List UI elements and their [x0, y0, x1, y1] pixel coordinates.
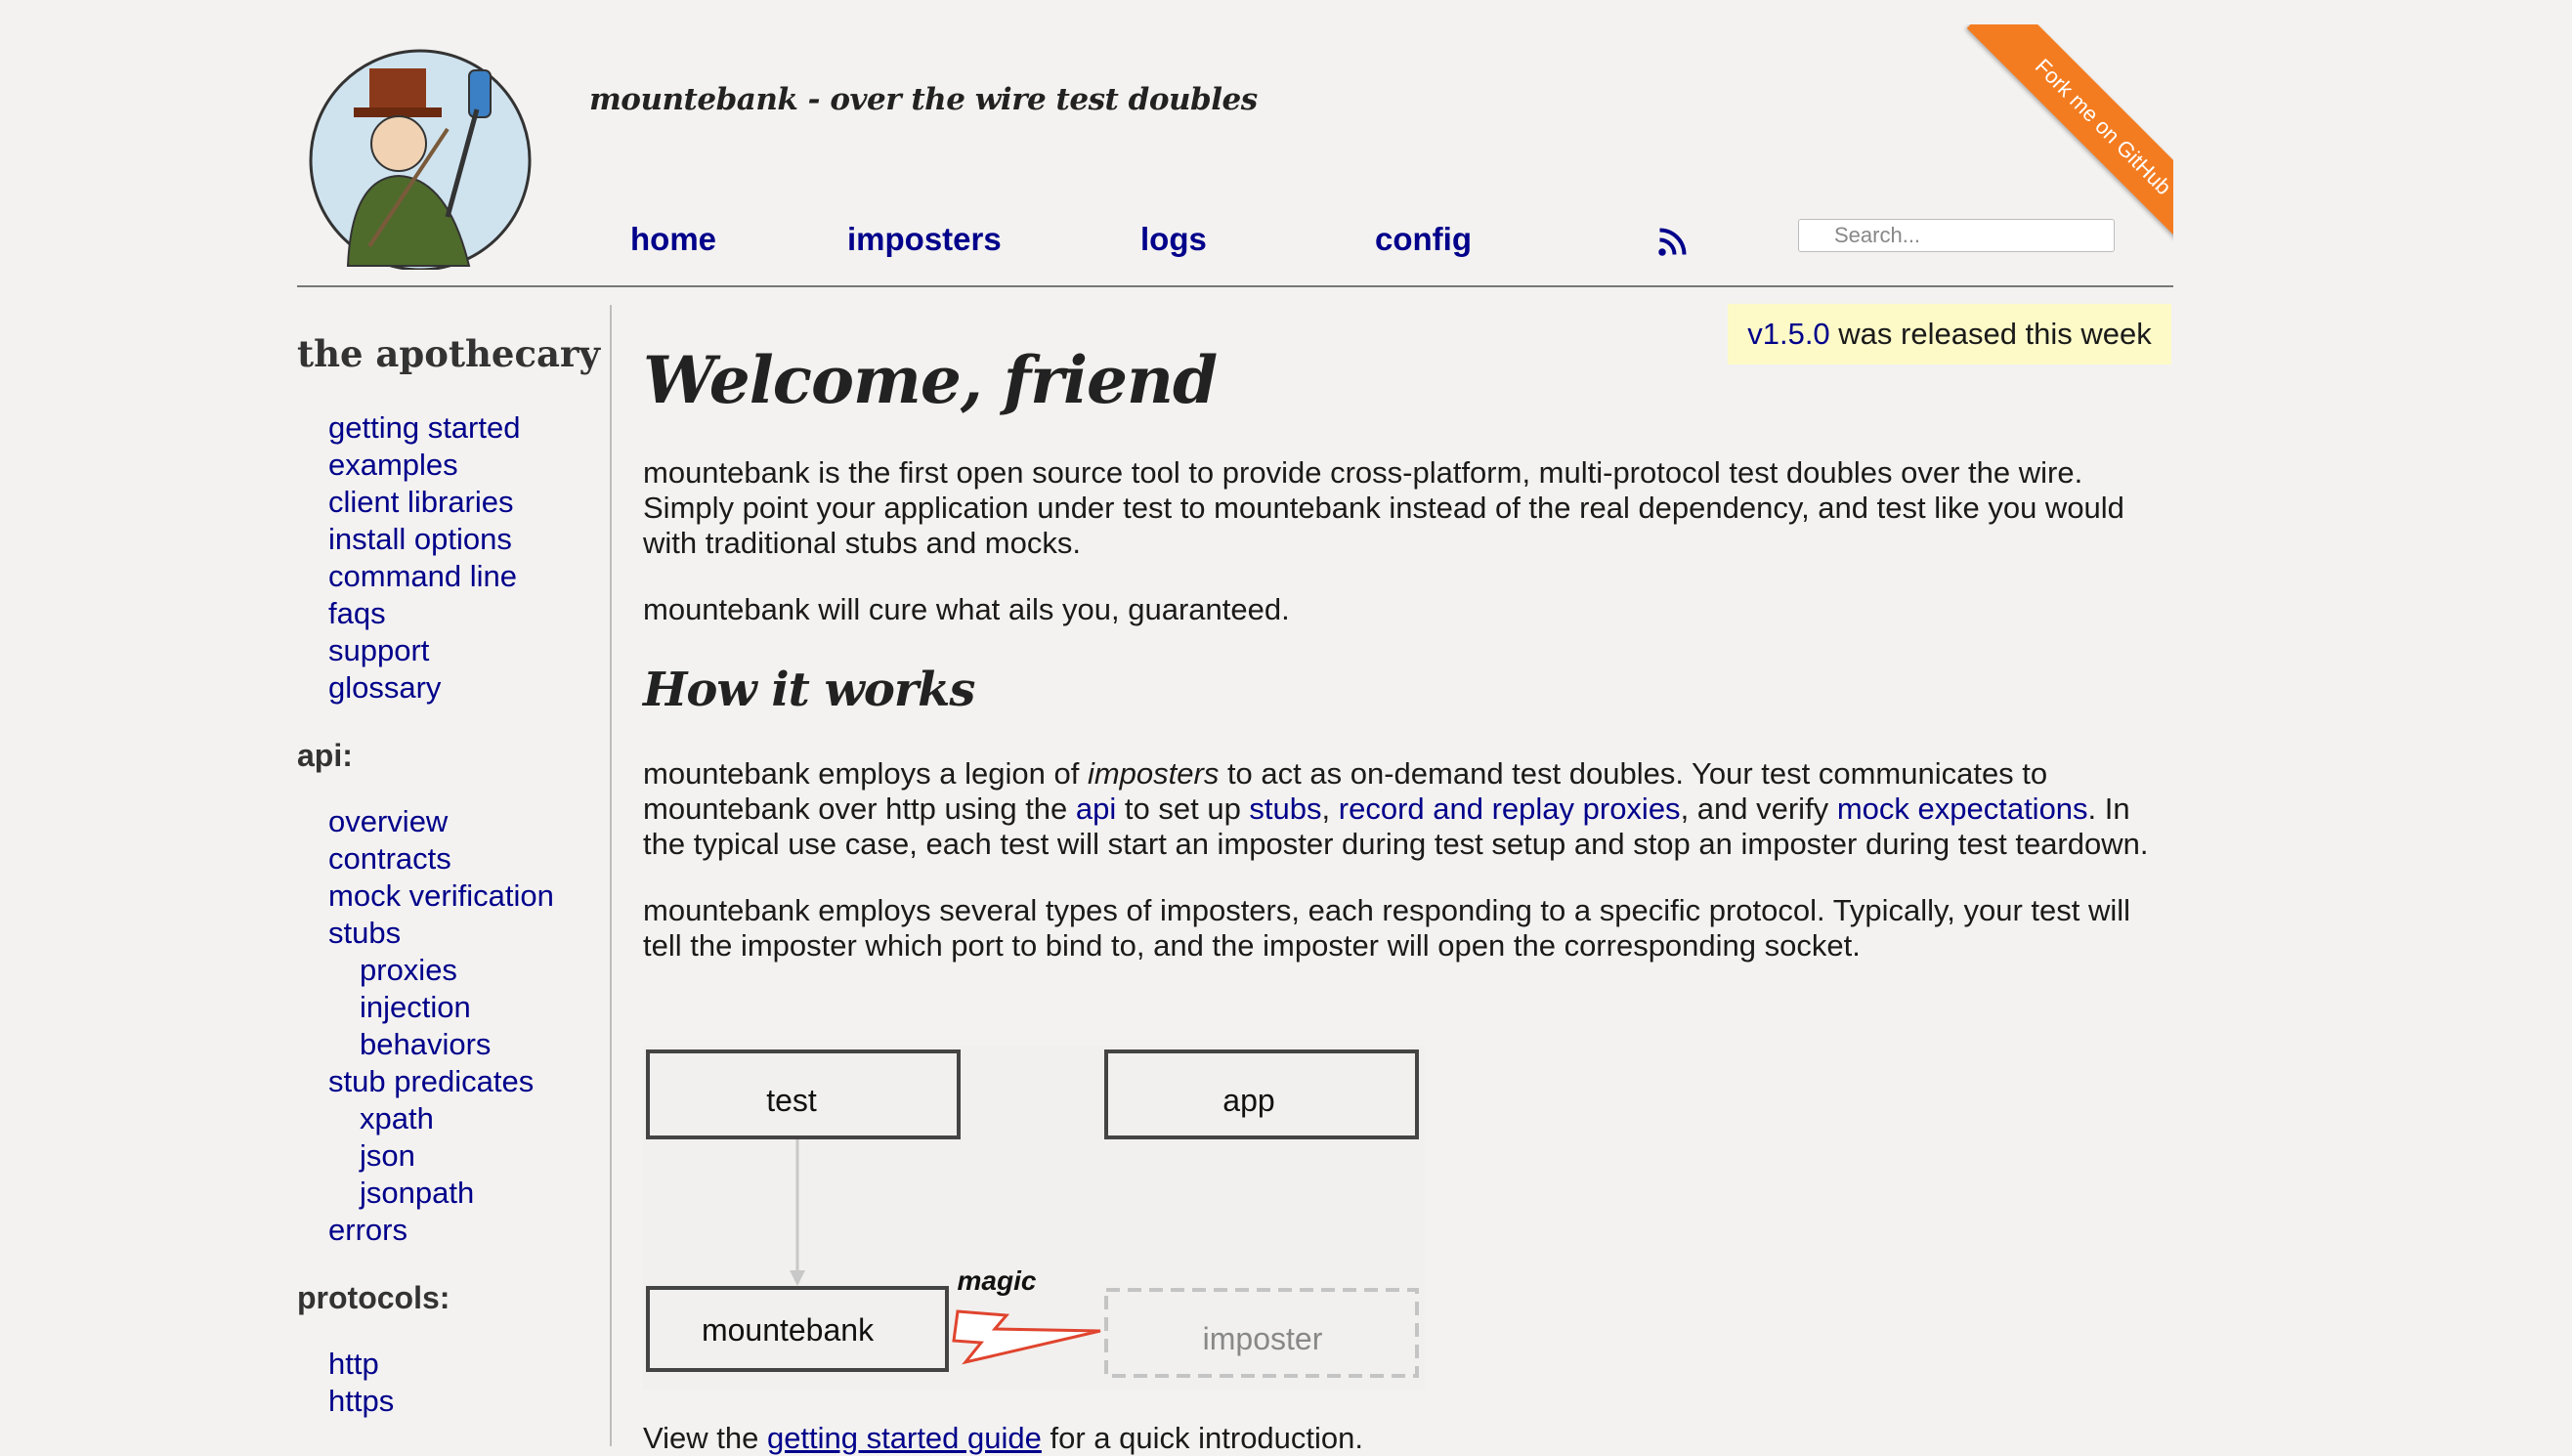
site-tagline: mountebank - over the wire test doubles [589, 82, 1258, 117]
api-link-contracts[interactable]: contracts [297, 840, 600, 878]
how-it-works-diagram: test app mountebank magic imposter [643, 1046, 1425, 1390]
general-links: getting started examples client librarie… [297, 409, 600, 707]
fork-on-github-ribbon[interactable]: Fork me on GitHub [1966, 24, 2173, 245]
sidebar-link-glossary[interactable]: glossary [297, 669, 600, 707]
api-links: overview contracts mock verification stu… [297, 803, 600, 1249]
how-paragraph-2: mountebank employs several types of impo… [643, 893, 2131, 963]
github-ribbon[interactable]: Fork me on GitHub [1945, 24, 2173, 245]
getting-started-guide-link[interactable]: getting started guide [767, 1421, 1042, 1455]
api-title: api: [297, 738, 353, 773]
api-link-mock-verification[interactable]: mock verification [297, 878, 600, 915]
sidebar-divider [610, 305, 612, 1446]
cure-paragraph: mountebank will cure what ails you, guar… [643, 592, 1290, 626]
getting-started-paragraph: View the getting started guide for a qui… [643, 1421, 1363, 1456]
how-it-works-heading: How it works [643, 663, 975, 717]
protocol-links: http https [297, 1346, 600, 1420]
header-divider [297, 285, 2173, 287]
intro-paragraph: mountebank is the first open source tool… [643, 455, 2124, 560]
footer-text: for a quick introduction. [1041, 1421, 1364, 1455]
how-text: , [1321, 792, 1339, 826]
diagram-test-box: test [766, 1083, 817, 1118]
api-link-proxies[interactable]: proxies [297, 952, 600, 989]
api-link-behaviors[interactable]: behaviors [297, 1026, 600, 1063]
api-link-stubs[interactable]: stubs [297, 915, 600, 952]
main-content: Welcome, friend mountebank is the first … [643, 342, 2167, 964]
sidebar-heading: the apothecary [297, 332, 600, 375]
stubs-link[interactable]: stubs [1249, 792, 1321, 826]
sidebar-link-examples[interactable]: examples [297, 447, 600, 484]
how-text: , and verify [1680, 792, 1837, 826]
mountebank-logo[interactable] [301, 21, 537, 270]
how-text: mountebank employs a legion of [643, 756, 1088, 791]
diagram-imposter-box: imposter [1203, 1321, 1323, 1356]
diagram-mountebank-box: mountebank [702, 1312, 875, 1348]
sidebar-link-faqs[interactable]: faqs [297, 595, 600, 632]
api-link-overview[interactable]: overview [297, 803, 600, 840]
protocol-link-http[interactable]: http [297, 1346, 600, 1383]
mock-expectations-link[interactable]: mock expectations [1837, 792, 2088, 826]
api-link-jsonpath[interactable]: jsonpath [297, 1175, 600, 1212]
api-link-stub-predicates[interactable]: stub predicates [297, 1063, 600, 1100]
protocol-link-https[interactable]: https [297, 1383, 600, 1420]
sidebar-link-support[interactable]: support [297, 632, 600, 669]
api-link-xpath[interactable]: xpath [297, 1100, 600, 1137]
imposters-emphasis: imposters [1087, 756, 1220, 791]
proxies-link[interactable]: record and replay proxies [1339, 792, 1681, 826]
api-link-json[interactable]: json [297, 1137, 600, 1175]
api-link[interactable]: api [1076, 792, 1116, 826]
nav-config[interactable]: config [1375, 221, 1472, 258]
nav-logs[interactable]: logs [1140, 221, 1207, 258]
sidebar-link-client-libraries[interactable]: client libraries [297, 484, 600, 521]
sidebar-link-command-line[interactable]: command line [297, 558, 600, 595]
footer-text: View the [643, 1421, 767, 1455]
diagram-magic-label: magic [958, 1265, 1037, 1296]
api-link-injection[interactable]: injection [297, 989, 600, 1026]
diagram-app-box: app [1222, 1083, 1274, 1118]
sidebar: the apothecary getting started examples … [297, 332, 600, 1420]
protocols-title: protocols: [297, 1280, 450, 1315]
how-text: to set up [1116, 792, 1250, 826]
how-paragraph-1: mountebank employs a legion of imposters… [643, 756, 2167, 862]
api-link-errors[interactable]: errors [297, 1212, 600, 1249]
nav-imposters[interactable]: imposters [847, 221, 1002, 258]
page-title: Welcome, friend [643, 342, 1218, 418]
rss-feed-icon[interactable] [1657, 228, 1687, 257]
sidebar-link-getting-started[interactable]: getting started [297, 409, 600, 447]
sidebar-link-install-options[interactable]: install options [297, 521, 600, 558]
nav-home[interactable]: home [630, 221, 716, 258]
